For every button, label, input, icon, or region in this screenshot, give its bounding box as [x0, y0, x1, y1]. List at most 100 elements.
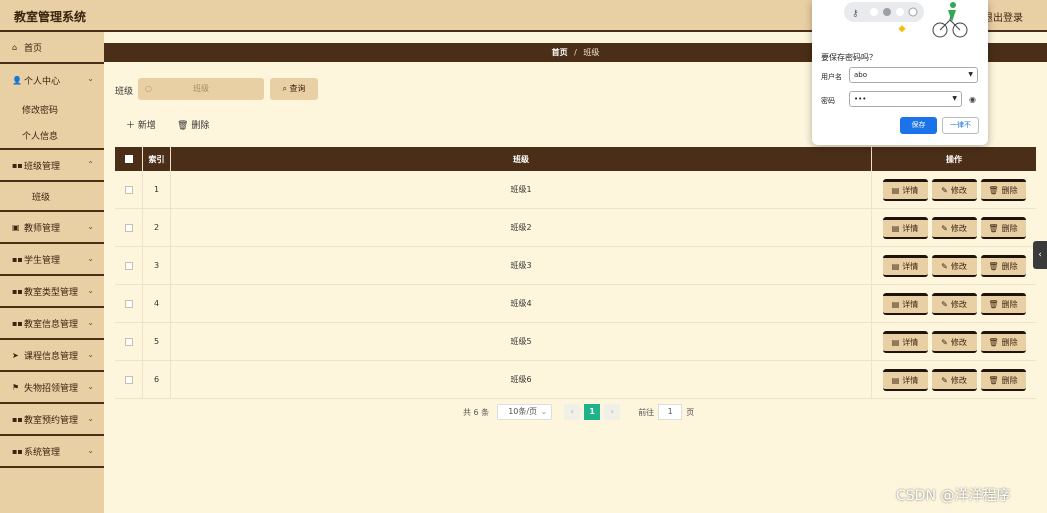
goto-page-input[interactable]: 1	[658, 404, 683, 420]
search-icon: ⌕	[282, 84, 287, 93]
document-icon: ▤	[891, 299, 900, 309]
sidebar-item-lost-found[interactable]: ⚑ 失物招领管理 ⌄	[0, 372, 104, 404]
document-icon: ▤	[891, 375, 900, 385]
page-number[interactable]: 1	[584, 404, 601, 420]
page-size-select[interactable]: 10条/页 ⌄	[497, 404, 553, 420]
delete-button[interactable]: 🗑 删除	[980, 254, 1026, 277]
password-field[interactable]: ••• ▼	[849, 91, 962, 107]
edit-button[interactable]: ✎ 修改	[931, 254, 977, 277]
table-row: 2 班级2 ▤ 详情 ✎ 修改 🗑 删除	[115, 209, 1036, 247]
trash-icon: 🗑	[988, 375, 999, 385]
username-label: 用户名	[821, 73, 842, 81]
table-row: 5 班级5 ▤ 详情 ✎ 修改 🗑 删除	[115, 323, 1036, 361]
search-button[interactable]: ⌕ 查询	[270, 78, 318, 100]
send-icon: ➤	[12, 350, 19, 360]
never-save-button[interactable]: 一律不	[942, 117, 979, 134]
table-header: 索引 班级 操作	[115, 147, 1036, 171]
row-checkbox[interactable]	[124, 375, 133, 384]
table-body: 1 班级1 ▤ 详情 ✎ 修改 🗑 删除 2 班级2 ▤ 详情 ✎ 修改 🗑 删除 3 班级3 ▤ 详情 ✎ 修改 🗑 删除 4…	[115, 171, 1036, 399]
sidebar-item-classroom-booking[interactable]: ▪▪ 教室预约管理 ⌄	[0, 404, 104, 436]
select-all-checkbox[interactable]	[124, 155, 133, 163]
search-input[interactable]: ○ 班级	[138, 78, 264, 100]
trash-icon: 🗑	[988, 261, 999, 271]
delete-button[interactable]: 🗑 删除	[980, 216, 1026, 239]
save-password-button[interactable]: 保存	[900, 117, 937, 134]
row-class-name: 班级2	[171, 209, 872, 246]
detail-button[interactable]: ▤ 详情	[882, 216, 928, 239]
edit-button[interactable]: ✎ 修改	[931, 216, 977, 239]
sidebar-item-student-management[interactable]: ▪▪ 学生管理 ⌄	[0, 244, 104, 276]
grid-icon: ▪▪	[12, 446, 23, 456]
search-label: 班级	[115, 87, 134, 97]
sidebar-subitem-personal-info[interactable]: 个人信息	[0, 123, 104, 150]
row-actions: ▤ 详情 ✎ 修改 🗑 删除	[872, 171, 1036, 208]
edit-button[interactable]: ✎ 修改	[931, 330, 977, 353]
table-row: 1 班级1 ▤ 详情 ✎ 修改 🗑 删除	[115, 171, 1036, 209]
grid-icon: ▪▪	[12, 414, 23, 424]
row-actions: ▤ 详情 ✎ 修改 🗑 删除	[872, 361, 1036, 398]
detail-button[interactable]: ▤ 详情	[882, 254, 928, 277]
delete-button[interactable]: 🗑 删除	[980, 178, 1026, 201]
row-checkbox[interactable]	[124, 223, 133, 232]
row-class-name: 班级5	[171, 323, 872, 360]
next-page-button[interactable]: ›	[604, 404, 621, 420]
detail-button[interactable]: ▤ 详情	[882, 368, 928, 391]
edit-button[interactable]: ✎ 修改	[931, 292, 977, 315]
edit-button[interactable]: ✎ 修改	[931, 368, 977, 391]
trash-icon: 🗑	[988, 299, 999, 309]
chevron-up-icon: ⌃	[87, 160, 94, 169]
row-index: 2	[143, 209, 171, 246]
document-icon: ▤	[891, 185, 900, 195]
sidebar-item-home[interactable]: ⌂ 首页	[0, 32, 104, 64]
detail-button[interactable]: ▤ 详情	[882, 178, 928, 201]
sidebar-item-classroom-info[interactable]: ▪▪ 教室信息管理 ⌄	[0, 308, 104, 340]
sidebar-item-class-management[interactable]: ▪▪ 班级管理 ⌃	[0, 150, 104, 182]
sidebar-item-system-management[interactable]: ▪▪ 系统管理 ⌄	[0, 436, 104, 468]
row-checkbox[interactable]	[124, 299, 133, 308]
breadcrumb-home[interactable]: 首页	[552, 48, 568, 57]
sidebar-item-classroom-type[interactable]: ▪▪ 教室类型管理 ⌄	[0, 276, 104, 308]
delete-button[interactable]: 🗑 删除	[980, 292, 1026, 315]
add-button[interactable]: ＋ 新增	[126, 118, 156, 131]
pencil-icon: ✎	[941, 375, 948, 385]
sidebar-subitem-class[interactable]: 班级	[0, 182, 104, 212]
row-checkbox[interactable]	[124, 261, 133, 270]
logout-button[interactable]: 退出登录	[983, 9, 1023, 24]
chevron-down-icon: ⌄	[87, 254, 94, 263]
row-index: 6	[143, 361, 171, 398]
save-password-popup: ⚷ 要保存密码吗？ 用户名 abo ▼ 密码 ••• ▼ ◉ 保存 一律不	[812, 0, 988, 145]
row-checkbox[interactable]	[124, 185, 133, 194]
batch-delete-button[interactable]: 🗑 删除	[177, 118, 209, 131]
detail-button[interactable]: ▤ 详情	[882, 330, 928, 353]
lock-icon: ▣	[12, 222, 20, 232]
sidebar-item-course-info[interactable]: ➤ 课程信息管理 ⌄	[0, 340, 104, 372]
pencil-icon: ✎	[941, 299, 948, 309]
chevron-down-icon: ⌄	[87, 414, 94, 423]
row-index: 3	[143, 247, 171, 284]
header-ops: 操作	[946, 154, 962, 164]
sidebar-item-personal-center[interactable]: 👤 个人中心 ⌄	[0, 64, 104, 96]
row-class-name: 班级1	[171, 171, 872, 208]
row-checkbox[interactable]	[124, 337, 133, 346]
row-class-name: 班级6	[171, 361, 872, 398]
sidebar-item-teacher-management[interactable]: ▣ 教师管理 ⌄	[0, 212, 104, 244]
sidebar-subitem-change-password[interactable]: 修改密码	[0, 96, 104, 123]
search-icon: ○	[145, 84, 152, 93]
grid-icon: ▪▪	[12, 254, 23, 264]
document-icon: ▤	[891, 261, 900, 271]
app-title: 教室管理系统	[14, 10, 87, 24]
trash-icon: 🗑	[988, 337, 999, 347]
prev-page-button[interactable]: ‹	[564, 404, 581, 420]
edit-button[interactable]: ✎ 修改	[931, 178, 977, 201]
detail-button[interactable]: ▤ 详情	[882, 292, 928, 315]
delete-button[interactable]: 🗑 删除	[980, 330, 1026, 353]
collapse-panel-button[interactable]: ‹	[1033, 241, 1047, 269]
eye-icon[interactable]: ◉	[969, 95, 976, 104]
sidebar: ⌂ 首页 👤 个人中心 ⌄ 修改密码 个人信息 ▪▪ 班级管理 ⌃ 班级 ▣ 教…	[0, 32, 104, 513]
username-field[interactable]: abo ▼	[849, 67, 978, 83]
user-icon: 👤	[12, 75, 22, 85]
breadcrumb-separator: /	[574, 48, 577, 57]
delete-button[interactable]: 🗑 删除	[980, 368, 1026, 391]
chevron-down-icon: ⌄	[87, 382, 94, 391]
chevron-down-icon: ⌄	[87, 222, 94, 231]
